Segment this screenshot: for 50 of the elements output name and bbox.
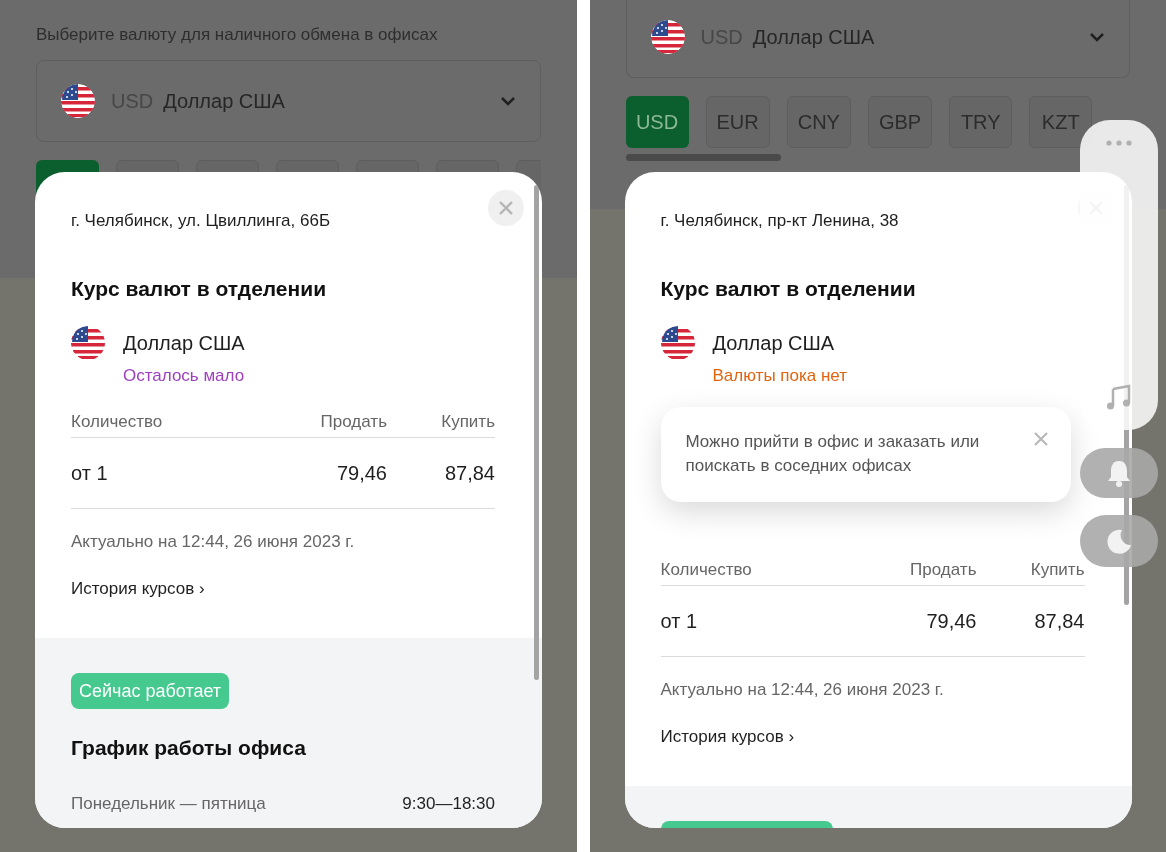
- us-flag-icon: [71, 326, 105, 360]
- open-now-badge: Сейчас работает: [71, 673, 230, 709]
- us-flag-icon: [61, 84, 95, 118]
- updated-time: Актуально на 12:44, 26 июня 2023 г.: [71, 531, 356, 553]
- table-cell-text: 87,84: [443, 461, 495, 486]
- close-icon: [498, 200, 514, 216]
- table-cell-text: 79,46: [925, 609, 977, 634]
- hint-text: Можно прийти в офис и заказать или поискать в соседних офисах: [685, 431, 981, 477]
- bell-icon: [1105, 459, 1132, 487]
- section-title: Курс валют в отделении: [660, 276, 917, 302]
- rate-history-link[interactable]: История курсов ›: [71, 578, 205, 600]
- rate-history-link[interactable]: История курсов ›: [660, 726, 795, 748]
- schedule-title: График работы офиса: [71, 735, 307, 761]
- column-header: Продать: [909, 559, 977, 581]
- updated-time: Актуально на 12:44, 26 июня 2023 г.: [660, 679, 945, 701]
- column-header: Количество: [71, 411, 164, 433]
- table-cell-text: от 1: [660, 609, 699, 634]
- table-cell-text: 79,46: [335, 461, 387, 486]
- currency-name: Доллар США: [712, 331, 835, 356]
- prompt-label: Выберите валюту для наличного обмена в офисах: [36, 24, 439, 46]
- office-address: г. Челябинск, ул. Цвиллинга, 66Б: [71, 210, 332, 232]
- us-flag-icon: [650, 19, 685, 54]
- table-cell-text: 87,84: [1033, 609, 1085, 634]
- chevron-down-icon: [1089, 31, 1105, 42]
- currency-name: Доллар США: [752, 24, 876, 50]
- column-header: Количество: [660, 559, 753, 581]
- currency-chip[interactable]: EUR: [705, 96, 770, 148]
- chevron-down-icon: [499, 96, 516, 106]
- music-note-icon: [1105, 384, 1132, 410]
- schedule-hours: 9:30—18:30: [402, 793, 495, 815]
- office-address: г. Челябинск, пр-кт Ленина, 38: [660, 210, 900, 232]
- currency-chip[interactable]: CNY: [786, 96, 851, 148]
- moon-icon: [1105, 528, 1132, 554]
- availability-status: Осталось мало: [123, 365, 246, 387]
- column-header: Продать: [319, 411, 387, 433]
- more-icon: [1105, 140, 1132, 146]
- section-title: Курс валют в отделении: [71, 276, 328, 302]
- us-flag-icon: [660, 326, 695, 360]
- currency-chip[interactable]: KZT: [1029, 96, 1093, 148]
- schedule-days: Понедельник — пятница: [71, 793, 403, 815]
- currency-name: Доллар США: [163, 89, 286, 114]
- column-header: Купить: [440, 411, 495, 433]
- currency-chip[interactable]: USD: [625, 96, 689, 148]
- availability-status: Валюты пока нет: [712, 365, 849, 387]
- close-icon: [1032, 431, 1049, 447]
- currency-chip[interactable]: GBP: [867, 96, 933, 148]
- currency-chip[interactable]: TRY: [949, 96, 1013, 148]
- column-header: Купить: [1029, 559, 1085, 581]
- table-cell-text: от 1: [71, 461, 109, 486]
- currency-name: Доллар США: [123, 331, 245, 356]
